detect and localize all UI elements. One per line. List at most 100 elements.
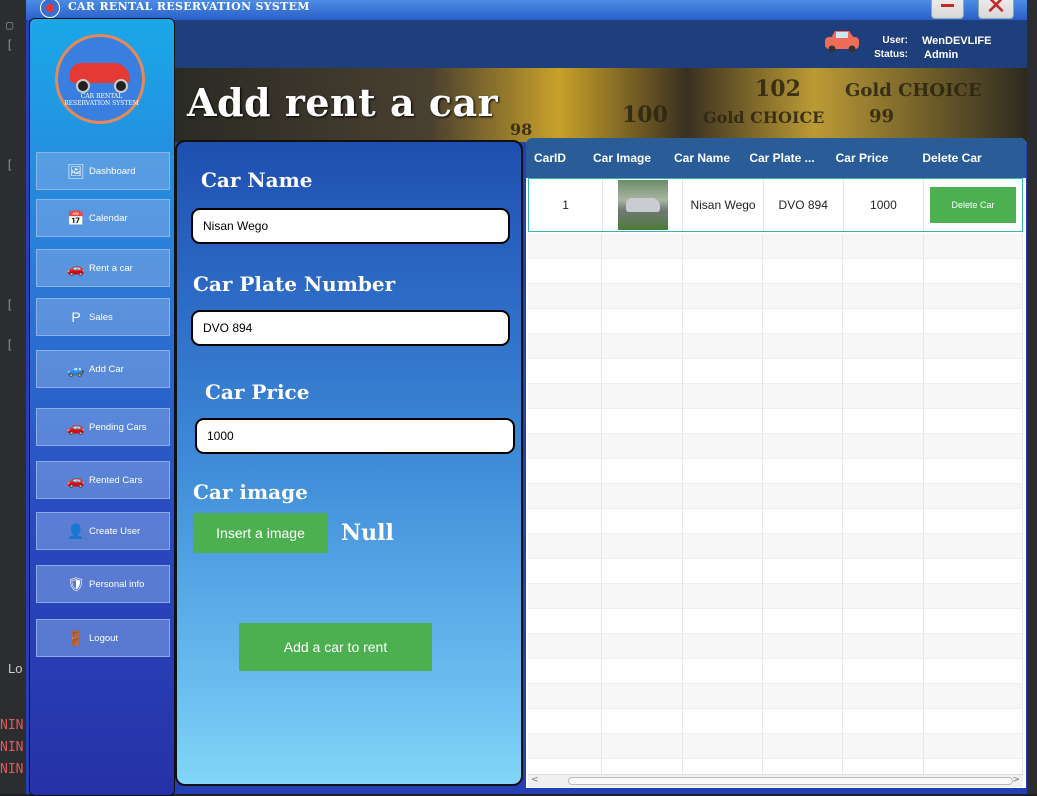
empty-cell [683,334,764,358]
app-logo: CAR RENTAL RESERVATION SYSTEM [55,34,145,124]
ide-right-edge [1027,0,1037,794]
empty-cell [528,409,603,433]
sidebar-item-logout[interactable]: 🚪 Logout [36,619,170,657]
sidebar-item-dashboard[interactable]: 🖼 Dashboard [36,152,170,190]
sidebar-item-add-car[interactable]: 🚙 Add Car [36,350,170,388]
sidebar-item-pending-cars[interactable]: 🚗 Pending Cars [36,408,170,446]
col-car-price[interactable]: Car Price [822,138,902,178]
insert-image-button[interactable]: Insert a image [193,513,328,553]
banner-deco: 102 [755,76,801,102]
console-line: NIN [0,762,24,777]
sidebar-item-label: Personal info [89,578,145,590]
banner-deco: 98 [510,120,533,139]
empty-cell [683,234,764,258]
price-label: Car Price [205,380,310,404]
user-name: WenDEVLIFE [922,35,992,47]
empty-cell [528,709,603,733]
user-status-labels: User: Status: [872,34,908,62]
empty-cell [843,409,924,433]
empty-cell [602,434,683,458]
sidebar-item-calendar[interactable]: 📅 Calendar [36,199,170,237]
close-button[interactable]: ✕ [978,0,1014,21]
empty-cell [602,559,683,583]
empty-cell [763,559,844,583]
status-label: Status: [874,49,908,60]
car-name-input[interactable] [191,208,510,244]
scroll-right-icon[interactable]: > [1012,775,1020,785]
add-car-form: Car Name Car Plate Number Car Price Car … [175,140,523,786]
ide-log-tab[interactable]: Lo [0,655,26,685]
banner-deco: 99 [869,106,895,127]
add-car-button[interactable]: Add a car to rent [239,623,432,671]
banner-deco: Gold CHOICE [703,108,825,127]
empty-cell [924,234,1023,258]
empty-table-row [528,509,1023,534]
sidebar-item-rented-cars[interactable]: 🚗 Rented Cars [36,461,170,499]
empty-table-row [528,484,1023,509]
scrollbar-thumb[interactable] [568,777,1013,785]
col-car-plate[interactable]: Car Plate ... [742,138,822,178]
col-delete-car[interactable]: Delete Car [902,138,1002,178]
empty-cell [528,434,603,458]
empty-cell [924,359,1023,383]
empty-cell [528,334,603,358]
empty-cell [602,734,683,758]
empty-cell [528,584,603,608]
empty-cell [763,684,844,708]
empty-cell [528,659,603,683]
empty-cell [763,534,844,558]
empty-cell [843,434,924,458]
sidebar-item-sales[interactable]: P Sales [36,298,170,336]
empty-cell [843,484,924,508]
empty-cell [763,734,844,758]
top-header: User: Status: WenDEVLIFE Admin [175,20,1027,68]
empty-cell [602,684,683,708]
sidebar-item-create-user[interactable]: 👤 Create User [36,512,170,550]
col-car-image[interactable]: Car Image [582,138,662,178]
title-bar[interactable]: CAR RENTAL RESERVATION SYSTEM ✕ [26,0,1027,21]
delete-car-button[interactable]: Delete Car [930,187,1016,223]
empty-cell [602,309,683,333]
empty-table-row [528,609,1023,634]
empty-table-row [528,309,1023,334]
empty-cell [602,709,683,733]
col-car-id[interactable]: CarID [526,138,582,178]
horizontal-scrollbar[interactable]: < > [528,774,1023,787]
empty-cell [763,359,844,383]
cars-table: CarID Car Image Car Name Car Plate ... C… [526,138,1026,788]
empty-table-row [528,559,1023,584]
empty-cell [763,334,844,358]
empty-cell [843,234,924,258]
empty-table-row [528,684,1023,709]
minimize-button[interactable] [931,0,964,19]
sidebar-item-personal-info[interactable]: 🛡 Personal info [36,565,170,603]
col-car-name[interactable]: Car Name [662,138,742,178]
table-row[interactable]: 1 Nisan Wego DVO 894 1000 Delete Car [528,178,1023,232]
empty-cell [528,634,603,658]
cell-car-price: 1000 [844,179,924,231]
empty-cell [528,234,603,258]
sidebar-item-label: Dashboard [89,165,136,177]
empty-cell [843,684,924,708]
empty-table-row [528,534,1023,559]
image-label: Car image [193,480,308,504]
scroll-left-icon[interactable]: < [531,775,539,785]
plate-label: Car Plate Number [193,272,396,296]
empty-cell [763,609,844,633]
empty-table-row [528,334,1023,359]
empty-cell [683,384,764,408]
sidebar-item-rent-a-car[interactable]: 🚗 Rent a car [36,249,170,287]
console-line: NIN [0,718,24,733]
empty-cell [843,384,924,408]
logo-text: CAR RENTAL RESERVATION SYSTEM [64,93,139,107]
empty-table-row [528,259,1023,284]
price-input[interactable] [195,418,515,454]
plate-input[interactable] [191,310,510,346]
empty-cell [602,459,683,483]
empty-cell [683,434,764,458]
car-thumbnail [617,180,668,230]
empty-cell [683,534,764,558]
empty-table-row [528,659,1023,684]
empty-cell [528,509,603,533]
empty-cell [924,584,1023,608]
